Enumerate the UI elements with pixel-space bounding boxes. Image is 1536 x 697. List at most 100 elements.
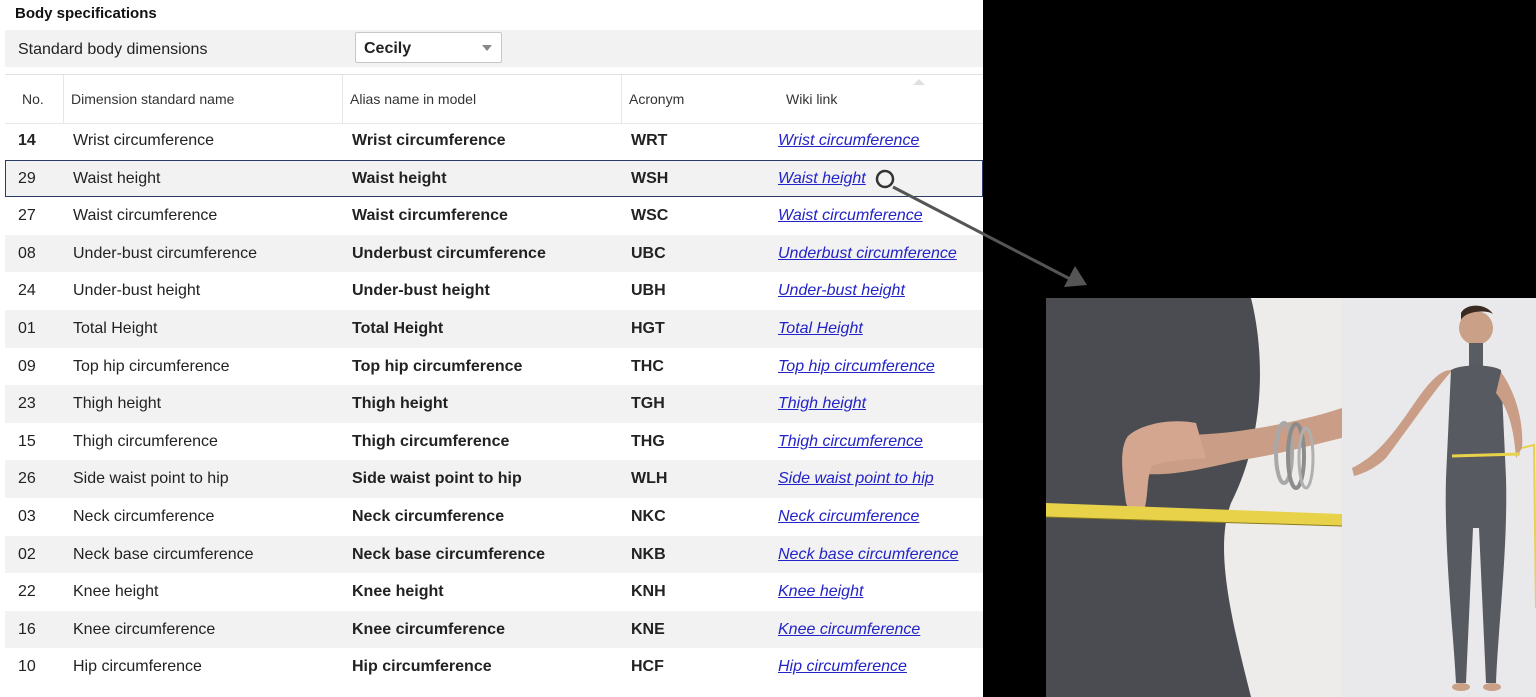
wiki-link[interactable]: Hip circumference <box>778 648 907 686</box>
row-number: 03 <box>18 507 36 525</box>
table-row[interactable]: 01 Total Height Total Height HGT Total Heigh… <box>5 309 983 348</box>
alias-name: Knee circumference <box>352 620 505 638</box>
acronym: TGH <box>631 395 665 413</box>
dimension-standard-name: Under-bust circumference <box>73 244 258 262</box>
panel-title: Body specifications <box>15 5 157 22</box>
dimension-standard-name: Waist height <box>73 169 161 187</box>
row-number: 24 <box>18 282 36 300</box>
table-row[interactable]: 27 Waist circumference Waist circumference… <box>5 197 983 235</box>
wiki-link[interactable]: Neck circumference <box>778 498 919 536</box>
row-number: 23 <box>18 395 36 413</box>
alias-name: Waist circumference <box>352 207 508 225</box>
acronym: WSH <box>631 169 669 187</box>
standard-dimensions-select[interactable]: Cecily <box>355 32 502 63</box>
row-number: 27 <box>18 207 36 225</box>
standard-dimensions-label: Standard body dimensions <box>18 41 208 58</box>
column-header-wiki-link[interactable]: Wiki link <box>769 75 983 123</box>
acronym: NKB <box>631 545 666 563</box>
table-row[interactable]: 26 Side waist point to hip Side waist poin… <box>5 460 983 498</box>
row-number: 08 <box>18 244 36 262</box>
acronym: THC <box>631 357 664 375</box>
table-header: No. Dimension standard name Alias name i… <box>5 74 983 124</box>
alias-name: Thigh circumference <box>352 432 510 450</box>
callout-arrowhead-icon <box>1064 266 1087 287</box>
row-number: 16 <box>18 620 36 638</box>
wiki-link[interactable]: Knee height <box>778 573 863 611</box>
alias-name: Top hip circumference <box>352 357 523 375</box>
standard-dimensions-value: Cecily <box>364 40 412 57</box>
table-row[interactable]: 08 Under-bust circumference Underbust circ… <box>5 234 983 273</box>
table-row[interactable]: 24 Under-bust height Under-bust height UBH U… <box>5 272 983 310</box>
standard-dimensions-row: Standard body dimensions Cecily <box>5 30 983 67</box>
row-number: 09 <box>18 357 36 375</box>
row-number: 02 <box>18 545 36 563</box>
row-number: 14 <box>18 132 36 149</box>
column-header-no[interactable]: No. <box>5 75 63 123</box>
wiki-link[interactable]: Underbust circumference <box>778 235 957 273</box>
acronym: HCF <box>631 658 664 676</box>
wiki-link[interactable]: Side waist point to hip <box>778 460 934 498</box>
table-row[interactable]: 29 Waist height Waist height WSH Waist heigh… <box>5 159 983 198</box>
wiki-link[interactable]: Neck base circumference <box>778 536 959 574</box>
acronym: WLH <box>631 470 668 488</box>
sort-ascending-icon <box>913 79 925 85</box>
table-row[interactable]: 09 Top hip circumference Top hip circumfer… <box>5 348 983 386</box>
alias-name: Neck base circumference <box>352 545 545 563</box>
table-body: 14 Wrist circumference Wrist circumference… <box>5 122 983 686</box>
table-row[interactable]: 02 Neck base circumference Neck base circu… <box>5 535 983 574</box>
acronym: THG <box>631 432 665 450</box>
chevron-down-icon <box>482 45 492 51</box>
column-header-dimension-name[interactable]: Dimension standard name <box>63 75 342 123</box>
wiki-link[interactable]: Thigh height <box>778 385 866 423</box>
acronym: WRT <box>631 132 668 149</box>
table-row[interactable]: 03 Neck circumference Neck circumference NK… <box>5 498 983 536</box>
dimension-standard-name: Waist circumference <box>73 207 218 225</box>
table-row[interactable]: 15 Thigh circumference Thigh circumference… <box>5 423 983 461</box>
dimension-standard-name: Top hip circumference <box>73 357 230 375</box>
wiki-link[interactable]: Total Height <box>778 310 863 348</box>
dimension-standard-name: Wrist circumference <box>73 132 215 149</box>
alias-name: Under-bust height <box>352 282 490 300</box>
wiki-link[interactable]: Waist height <box>778 160 866 198</box>
alias-name: Hip circumference <box>352 658 492 676</box>
table-row[interactable]: 23 Thigh height Thigh height TGH Thigh heigh… <box>5 385 983 423</box>
alias-name: Waist height <box>352 169 447 187</box>
dimension-standard-name: Under-bust height <box>73 282 201 300</box>
wiki-link[interactable]: Knee circumference <box>778 611 920 649</box>
table-row[interactable]: 10 Hip circumference Hip circumference HCF H… <box>5 648 983 686</box>
dimension-standard-name: Thigh height <box>73 395 162 413</box>
wiki-link[interactable]: Top hip circumference <box>778 348 935 386</box>
acronym: UBH <box>631 282 666 300</box>
column-header-alias[interactable]: Alias name in model <box>342 75 621 123</box>
table-row[interactable]: 14 Wrist circumference Wrist circumference… <box>5 122 983 160</box>
acronym: NKC <box>631 507 666 525</box>
alias-name: Neck circumference <box>352 507 505 525</box>
row-number: 15 <box>18 432 36 450</box>
acronym: HGT <box>631 319 665 337</box>
dimension-standard-name: Thigh circumference <box>73 432 218 450</box>
row-number: 26 <box>18 470 36 488</box>
body-specifications-panel: Body specifications Standard body dimens… <box>0 0 983 697</box>
alias-name: Wrist circumference <box>352 132 506 149</box>
alias-name: Total Height <box>352 319 444 337</box>
dimension-standard-name: Hip circumference <box>73 658 202 676</box>
alias-name: Side waist point to hip <box>352 470 522 488</box>
dimension-standard-name: Neck base circumference <box>73 545 254 563</box>
acronym: KNE <box>631 620 665 638</box>
table-row[interactable]: 22 Knee height Knee height KNH Knee height <box>5 573 983 611</box>
row-number: 22 <box>18 583 36 601</box>
wiki-link[interactable]: Waist circumference <box>778 197 923 235</box>
table-row[interactable]: 16 Knee circumference Knee circumference KN… <box>5 610 983 649</box>
dimension-standard-name: Side waist point to hip <box>73 470 229 488</box>
row-number: 10 <box>18 658 36 676</box>
alias-name: Knee height <box>352 583 444 601</box>
wiki-link[interactable]: Thigh circumference <box>778 423 923 461</box>
wiki-link[interactable]: Wrist circumference <box>778 122 919 160</box>
column-header-acronym[interactable]: Acronym <box>621 75 769 123</box>
acronym: UBC <box>631 244 666 262</box>
alias-name: Underbust circumference <box>352 244 546 262</box>
waist-measurement-photo <box>1046 298 1536 697</box>
acronym: KNH <box>631 583 666 601</box>
wiki-link[interactable]: Under-bust height <box>778 272 905 310</box>
row-number: 01 <box>18 319 36 337</box>
